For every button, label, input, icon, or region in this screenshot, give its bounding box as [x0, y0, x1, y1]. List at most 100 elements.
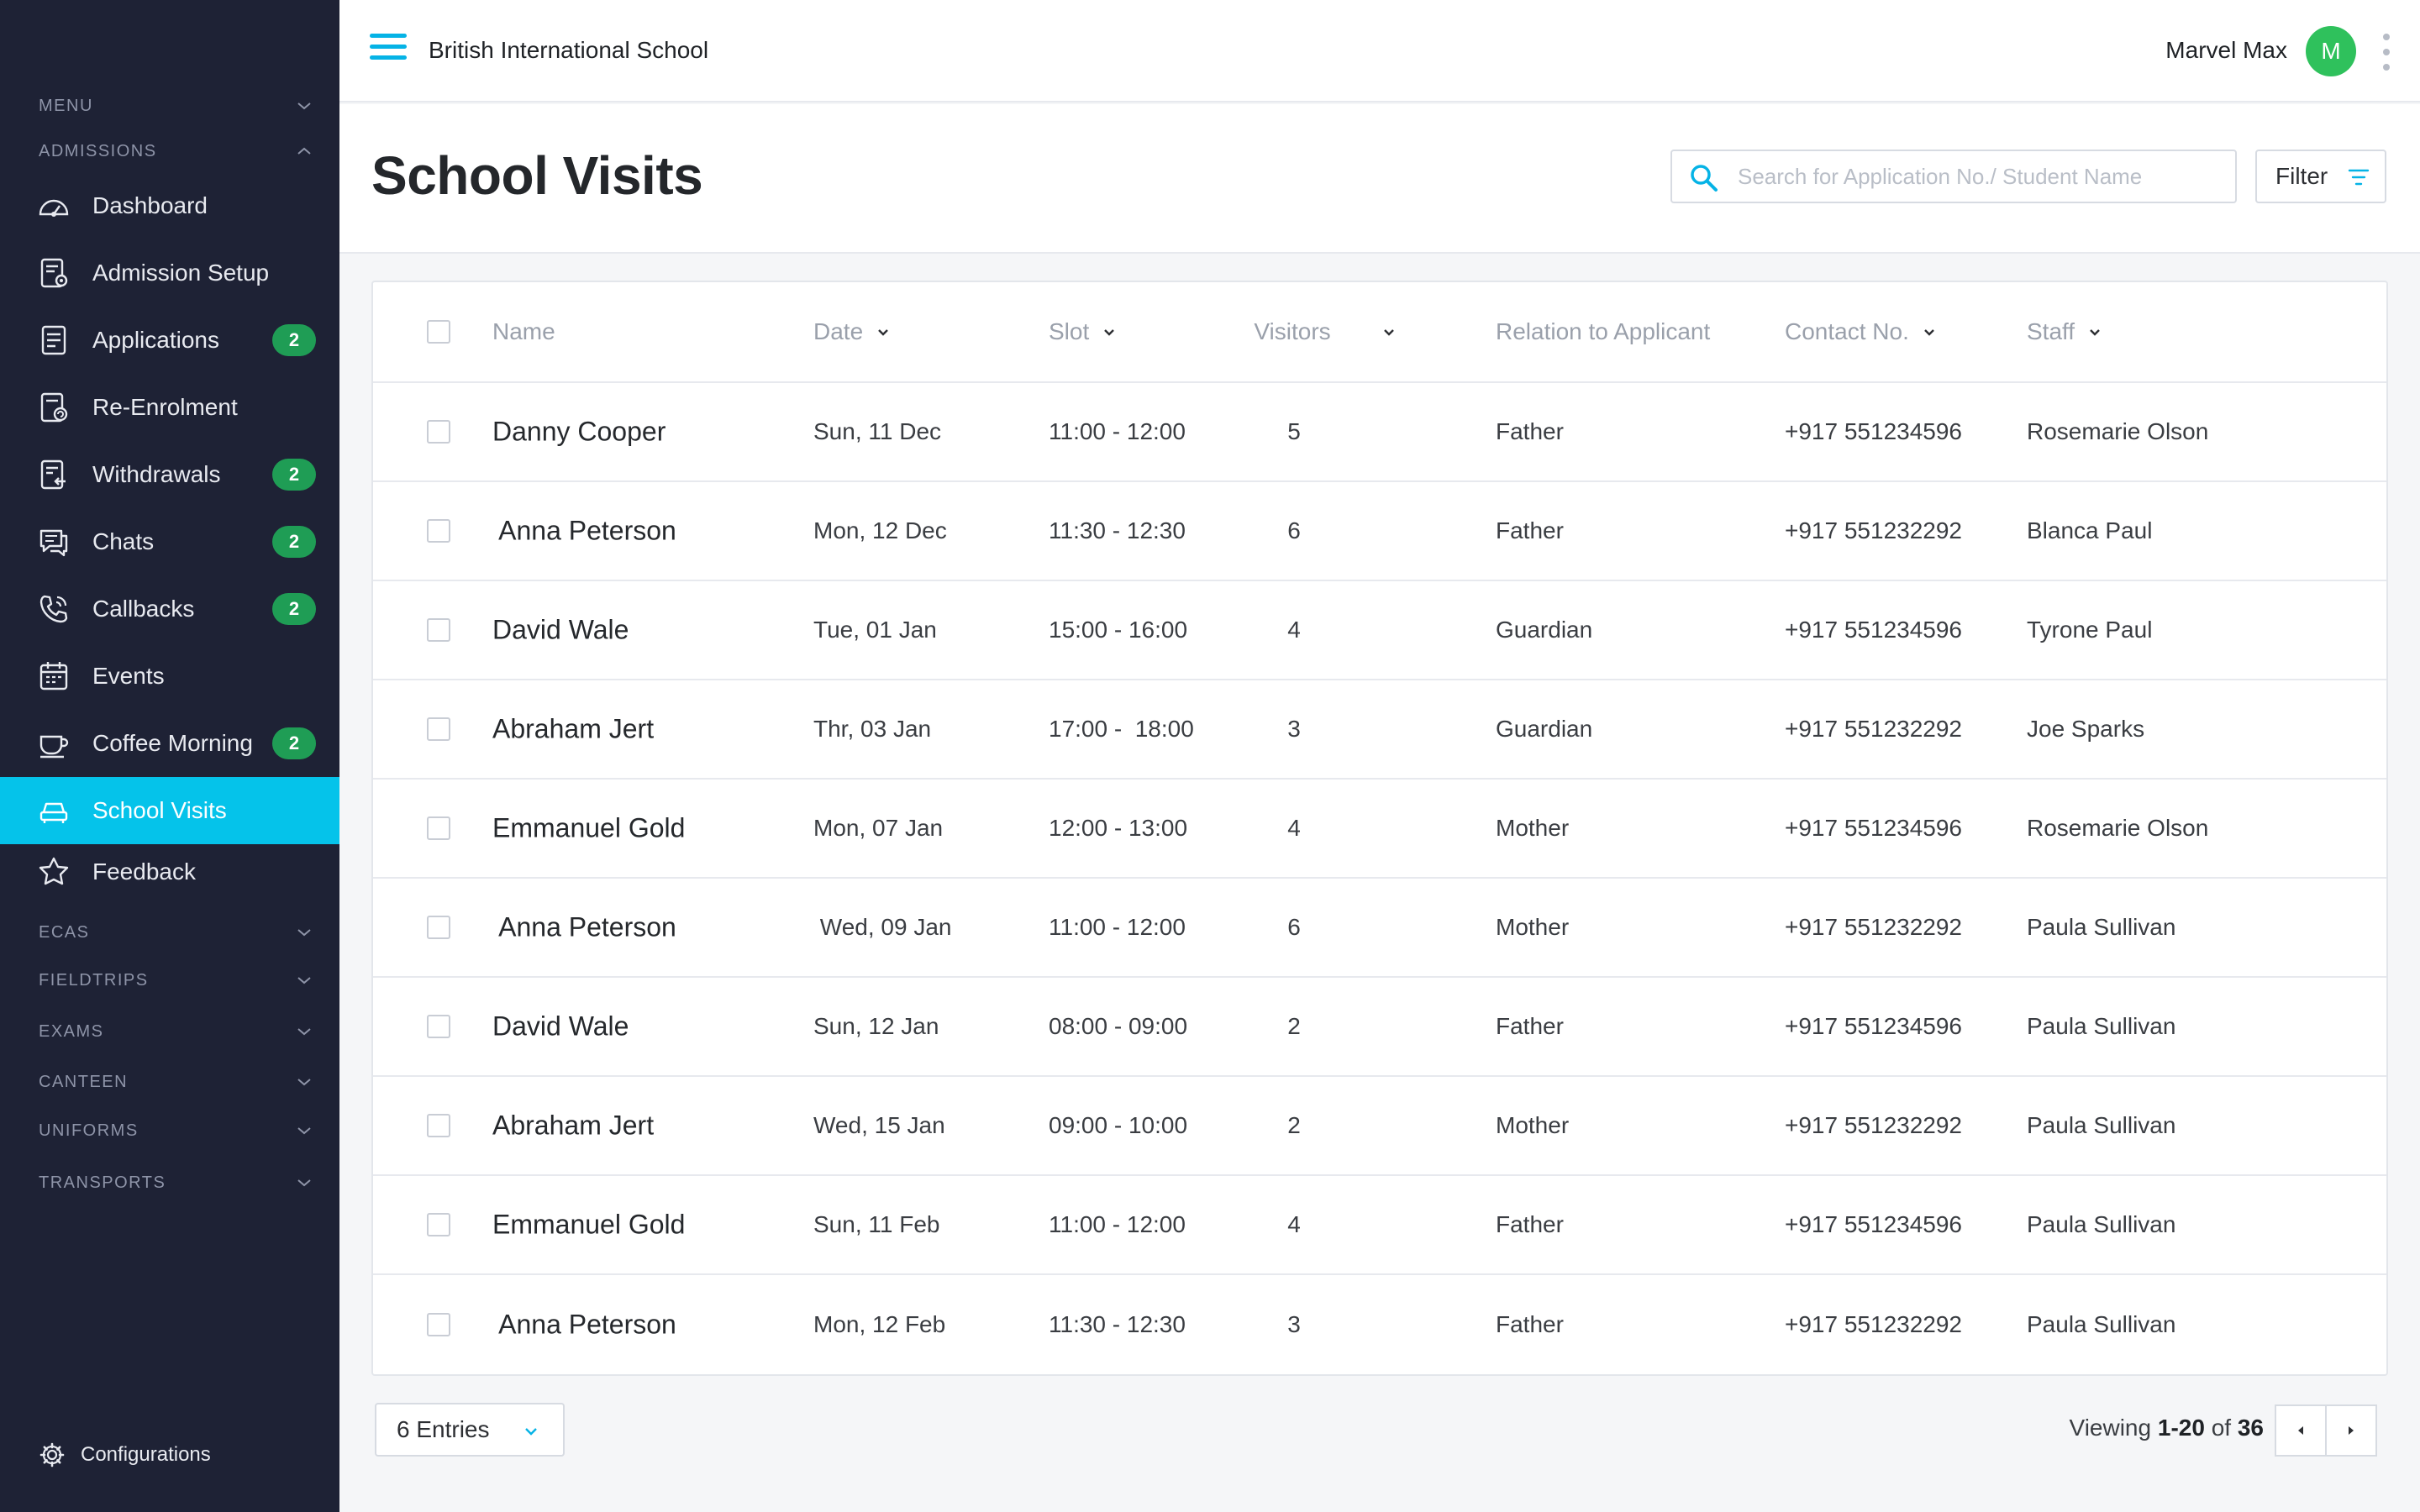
table-row[interactable]: Anna Peterson Mon, 12 Dec 11:30 - 12:30 … — [373, 482, 2386, 581]
row-checkbox[interactable] — [427, 519, 450, 543]
cell-name: Danny Cooper — [492, 416, 666, 447]
sidebar-item-applications[interactable]: Applications 2 — [0, 307, 339, 374]
cell-contact: +917 551234596 — [1785, 1211, 1962, 1237]
visitors-value: 3 — [1287, 716, 1301, 742]
withdrawals-badge: 2 — [272, 459, 316, 491]
viewing-range: 1-20 — [2157, 1415, 2205, 1441]
row-checkbox[interactable] — [427, 1015, 450, 1038]
cell-relation: Mother — [1496, 815, 1570, 841]
table-row[interactable]: Danny Cooper Sun, 11 Dec 11:00 - 12:00 5… — [373, 383, 2386, 482]
section-label: CANTEEN — [39, 1072, 129, 1091]
sidebar-item-admission-setup[interactable]: Admission Setup — [0, 239, 339, 307]
chevron-down-icon — [297, 102, 311, 110]
cell-staff: Joe Sparks — [2027, 716, 2145, 742]
exams-section-header[interactable]: EXAMS — [39, 1015, 314, 1048]
more-options-icon[interactable] — [2381, 34, 2391, 71]
dashboard-icon — [39, 199, 69, 217]
cell-contact: +917 551234596 — [1785, 418, 1962, 444]
sidebar-item-dashboard[interactable]: Dashboard — [0, 172, 339, 239]
table-row[interactable]: David Wale Tue, 01 Jan 15:00 - 16:00 4 G… — [373, 581, 2386, 680]
section-label: ECAS — [39, 922, 90, 942]
visitors-value: 3 — [1287, 1311, 1301, 1337]
sidebar-item-re-enrolment[interactable]: Re-Enrolment — [0, 374, 339, 441]
chevron-down-icon — [1924, 329, 1934, 336]
sidebar-item-feedback[interactable]: Feedback — [0, 838, 339, 906]
sidebar-item-chats[interactable]: Chats 2 — [0, 508, 339, 575]
row-checkbox[interactable] — [427, 1213, 450, 1236]
column-header-contact[interactable]: Contact No. — [1785, 318, 1938, 345]
row-checkbox[interactable] — [427, 816, 450, 840]
column-header-slot[interactable]: Slot — [1049, 318, 1118, 345]
cell-date: Mon, 07 Jan — [813, 815, 944, 841]
search-icon — [1691, 165, 1718, 192]
cell-staff: Paula Sullivan — [2027, 1211, 2176, 1237]
row-checkbox[interactable] — [427, 420, 450, 444]
sidebar-item-label: School Visits — [92, 797, 227, 823]
column-header-relation: Relation to Applicant — [1496, 318, 1711, 344]
transports-section-header[interactable]: TRANSPORTS — [39, 1166, 314, 1200]
fieldtrips-section-header[interactable]: FIELDTRIPS — [39, 963, 314, 997]
cell-date: Sun, 11 Dec — [813, 418, 942, 444]
column-header-staff[interactable]: Staff — [2027, 318, 2103, 345]
user-name[interactable]: Marvel Max — [2165, 37, 2287, 64]
visitors-value: 2 — [1287, 1112, 1301, 1138]
sidebar-item-events[interactable]: Events — [0, 643, 339, 710]
table-row[interactable]: Emmanuel Gold Mon, 07 Jan 12:00 - 13:00 … — [373, 780, 2386, 879]
cell-staff: Paula Sullivan — [2027, 1112, 2176, 1138]
table-row[interactable]: Anna Peterson Wed, 09 Jan 11:00 - 12:00 … — [373, 879, 2386, 978]
next-page-button[interactable] — [2325, 1404, 2377, 1457]
cell-slot: 11:30 - 12:30 — [1049, 517, 1186, 543]
table-row[interactable]: Abraham Jert Wed, 15 Jan 09:00 - 10:00 2… — [373, 1077, 2386, 1176]
ecas-section-header[interactable]: ECAS — [39, 916, 314, 949]
column-header-date[interactable]: Date — [813, 318, 892, 345]
filter-button[interactable]: Filter — [2255, 150, 2386, 203]
column-header-visitors[interactable]: Visitors — [1254, 318, 1397, 345]
sidebar-item-callbacks[interactable]: Callbacks 2 — [0, 575, 339, 643]
select-all-checkbox[interactable] — [427, 320, 450, 344]
cell-name: David Wale — [492, 1011, 629, 1042]
sidebar-item-withdrawals[interactable]: Withdrawals 2 — [0, 441, 339, 508]
canteen-section-header[interactable]: CANTEEN — [39, 1065, 314, 1099]
school-name: British International School — [429, 37, 709, 63]
hamburger-menu-icon[interactable] — [370, 34, 407, 67]
cell-date: Sun, 11 Feb — [813, 1211, 940, 1237]
admissions-section-header[interactable]: ADMISSIONS — [39, 134, 314, 168]
table-row[interactable]: David Wale Sun, 12 Jan 08:00 - 09:00 2 F… — [373, 978, 2386, 1077]
sidebar-item-label: Events — [92, 663, 165, 689]
sidebar-item-school-visits[interactable]: School Visits — [0, 777, 339, 844]
row-checkbox[interactable] — [427, 1313, 450, 1336]
configurations-link[interactable]: Configurations — [39, 1441, 211, 1468]
cell-slot: 08:00 - 09:00 — [1049, 1013, 1188, 1039]
entries-select[interactable]: 6 Entries — [375, 1403, 565, 1457]
menu-section-header[interactable]: MENU — [39, 89, 314, 123]
search-input[interactable] — [1738, 160, 2217, 193]
entries-label: 6 Entries — [397, 1416, 490, 1442]
page-title: School Visits — [371, 145, 703, 206]
row-checkbox[interactable] — [427, 916, 450, 939]
cell-slot: 11:30 - 12:30 — [1049, 1311, 1186, 1337]
avatar[interactable]: M — [2306, 26, 2356, 76]
prev-page-button[interactable] — [2275, 1404, 2327, 1457]
visitors-value: 4 — [1287, 1211, 1301, 1237]
visitors-value: 6 — [1287, 914, 1301, 940]
row-checkbox[interactable] — [427, 618, 450, 642]
re-enrolment-icon — [40, 392, 68, 423]
row-checkbox[interactable] — [427, 1114, 450, 1137]
search-box[interactable] — [1670, 150, 2237, 203]
chevron-down-icon — [1384, 329, 1395, 336]
sidebar-item-coffee-morning[interactable]: Coffee Morning 2 — [0, 710, 339, 777]
cell-name: Anna Peterson — [492, 911, 676, 942]
events-icon — [39, 662, 68, 690]
callbacks-icon — [39, 595, 68, 623]
uniforms-section-header[interactable]: UNIFORMS — [39, 1114, 314, 1147]
table-row[interactable]: Emmanuel Gold Sun, 11 Feb 11:00 - 12:00 … — [373, 1176, 2386, 1275]
cell-date: Wed, 15 Jan — [813, 1112, 945, 1138]
cell-slot: 17:00 - 18:00 — [1049, 716, 1194, 742]
filter-icon — [2348, 169, 2370, 186]
table-row[interactable]: Abraham Jert Thr, 03 Jan 17:00 - 18:00 3… — [373, 680, 2386, 780]
cell-contact: +917 551232292 — [1785, 716, 1962, 742]
row-checkbox[interactable] — [427, 717, 450, 741]
table-row[interactable]: Anna Peterson Mon, 12 Feb 11:30 - 12:30 … — [373, 1275, 2386, 1374]
cell-slot: 09:00 - 10:00 — [1049, 1112, 1188, 1138]
cell-date: Thr, 03 Jan — [813, 716, 932, 742]
